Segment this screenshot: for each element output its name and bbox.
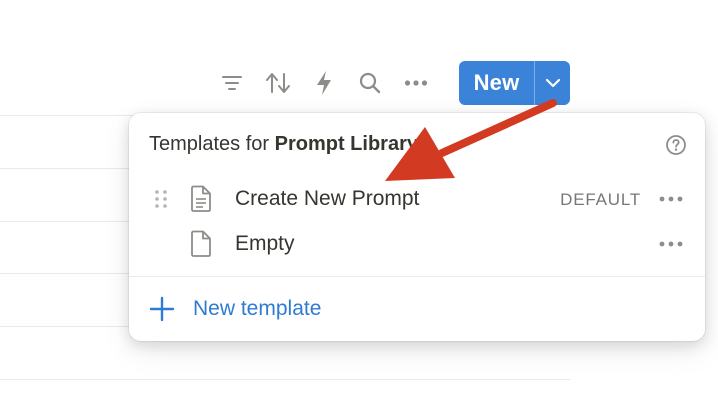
table-row-divider <box>0 221 135 222</box>
template-item-label[interactable]: Empty <box>235 232 295 256</box>
drag-handle-icon[interactable] <box>154 189 168 209</box>
table-row-divider <box>0 379 570 380</box>
lightning-icon[interactable] <box>306 65 342 101</box>
new-template-button[interactable]: New template <box>149 293 321 325</box>
filter-icon[interactable] <box>214 65 250 101</box>
screen: New Templates for Prompt Library Create … <box>0 0 718 412</box>
database-toolbar <box>214 61 444 105</box>
more-icon[interactable] <box>657 234 685 254</box>
search-icon[interactable] <box>352 65 388 101</box>
document-lines-icon <box>191 185 211 212</box>
templates-menu: Templates for Prompt Library Create New … <box>129 113 705 341</box>
menu-divider <box>129 276 705 277</box>
plus-icon <box>149 296 175 322</box>
table-row-divider <box>0 326 135 327</box>
chevron-down-icon <box>545 78 560 88</box>
database-name: Prompt Library <box>274 133 418 155</box>
templates-menu-title: Templates for Prompt Library <box>149 133 418 156</box>
more-icon[interactable] <box>398 65 434 101</box>
new-button[interactable]: New <box>459 61 570 105</box>
table-row-divider <box>0 115 135 116</box>
table-row-divider <box>0 273 135 274</box>
help-icon[interactable] <box>665 134 687 156</box>
more-icon[interactable] <box>657 189 685 209</box>
default-badge: DEFAULT <box>560 190 641 209</box>
template-item-label[interactable]: Create New Prompt <box>235 187 419 211</box>
new-button-label[interactable]: New <box>459 70 534 96</box>
new-options-dropdown-button[interactable] <box>535 61 570 105</box>
table-row-divider <box>0 168 135 169</box>
sort-icon[interactable] <box>260 65 296 101</box>
templates-title-prefix: Templates for <box>149 133 275 155</box>
document-blank-icon <box>191 230 211 257</box>
new-template-label[interactable]: New template <box>193 297 321 321</box>
template-item-create-new-prompt[interactable]: Create New Prompt DEFAULT <box>129 179 705 219</box>
template-item-empty[interactable]: Empty <box>129 224 705 264</box>
